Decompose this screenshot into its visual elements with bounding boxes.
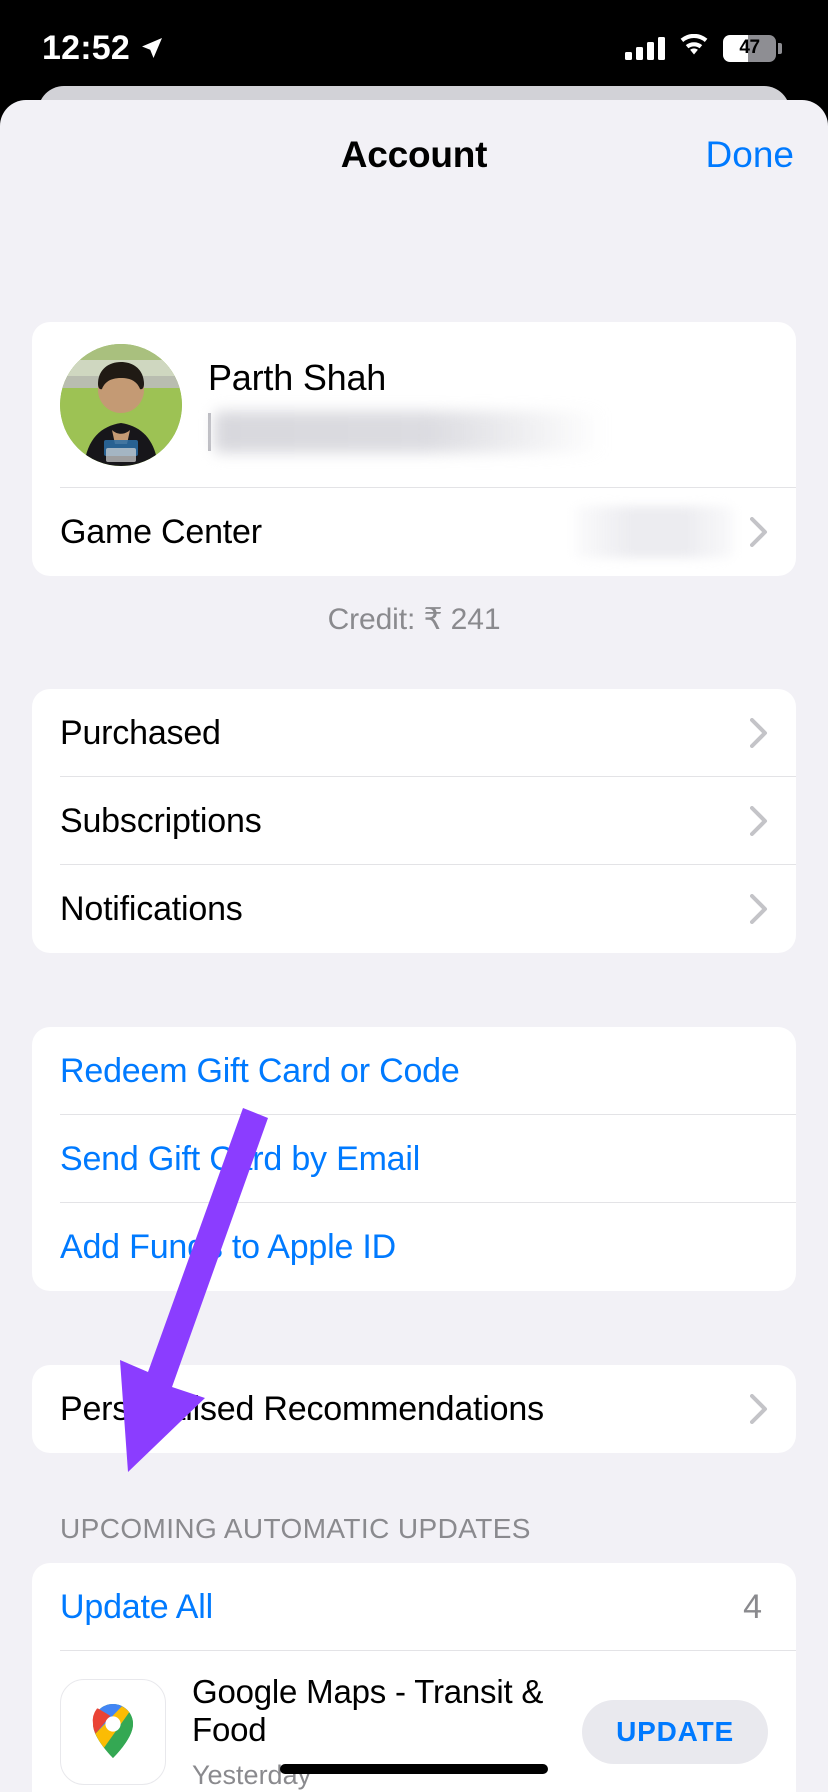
menu-item-notifications[interactable]: Notifications bbox=[32, 865, 796, 953]
menu-item-subscriptions[interactable]: Subscriptions bbox=[32, 777, 796, 865]
menu-item-label: Purchased bbox=[60, 713, 221, 752]
link-redeem-gift-card[interactable]: Redeem Gift Card or Code bbox=[32, 1027, 796, 1115]
link-send-gift-card[interactable]: Send Gift Card by Email bbox=[32, 1115, 796, 1203]
profile-row[interactable]: Parth Shah bbox=[32, 322, 796, 488]
status-bar-left: 12:52 bbox=[42, 29, 164, 68]
page-title: Account bbox=[340, 134, 488, 175]
menu-item-purchased[interactable]: Purchased bbox=[32, 689, 796, 777]
home-indicator bbox=[280, 1764, 548, 1774]
chevron-right-icon bbox=[750, 517, 768, 547]
battery-percent-label: 47 bbox=[739, 37, 760, 58]
menu-item-label: Subscriptions bbox=[60, 801, 262, 840]
location-arrow-icon bbox=[140, 36, 164, 60]
profile-text: Parth Shah bbox=[208, 357, 768, 453]
battery-cap bbox=[778, 42, 782, 54]
profile-name: Parth Shah bbox=[208, 357, 387, 398]
wifi-icon bbox=[679, 33, 709, 62]
email-caret bbox=[208, 413, 211, 451]
profile-group: Parth Shah Game Center bbox=[32, 322, 796, 576]
gift-links-group: Redeem Gift Card or Code Send Gift Card … bbox=[32, 1027, 796, 1291]
chevron-right-icon bbox=[750, 894, 768, 924]
menu-item-label: Notifications bbox=[60, 889, 243, 928]
menu-item-personalised-recommendations[interactable]: Personalised Recommendations bbox=[32, 1365, 796, 1453]
link-label: Send Gift Card by Email bbox=[60, 1139, 421, 1178]
update-count-badge: 4 bbox=[743, 1587, 762, 1626]
chevron-right-icon bbox=[750, 1394, 768, 1424]
update-button[interactable]: UPDATE bbox=[582, 1699, 768, 1764]
link-label: Add Funds to Apple ID bbox=[60, 1227, 397, 1266]
cellular-signal-icon bbox=[625, 36, 665, 60]
upcoming-updates-group: Update All 4 Google Maps - Transit & Foo… bbox=[32, 1563, 796, 1792]
app-name: Google Maps - Transit & Food bbox=[192, 1673, 544, 1749]
status-bar: 12:52 47 bbox=[0, 0, 828, 96]
update-all-row[interactable]: Update All 4 bbox=[32, 1563, 796, 1651]
credit-balance-label: Credit: ₹ 241 bbox=[327, 603, 501, 636]
chevron-right-icon bbox=[750, 806, 768, 836]
game-center-value-redacted bbox=[574, 506, 734, 558]
link-add-funds[interactable]: Add Funds to Apple ID bbox=[32, 1203, 796, 1291]
status-bar-clock: 12:52 bbox=[42, 28, 130, 67]
iphone-screen: 12:52 47 Account Done Parth Shah Game Ce… bbox=[0, 0, 828, 1792]
profile-email-redacted bbox=[208, 411, 608, 453]
game-center-label: Game Center bbox=[60, 512, 262, 551]
chevron-right-icon bbox=[750, 718, 768, 748]
google-maps-icon bbox=[60, 1678, 166, 1785]
section-header-upcoming-updates: UPCOMING AUTOMATIC UPDATES bbox=[60, 1513, 531, 1544]
menu-item-label: Personalised Recommendations bbox=[60, 1389, 544, 1428]
separator bbox=[60, 1650, 796, 1651]
game-center-row[interactable]: Game Center bbox=[32, 488, 796, 576]
recommendations-group: Personalised Recommendations bbox=[32, 1365, 796, 1453]
status-bar-right: 47 bbox=[625, 33, 782, 62]
account-menu-group: Purchased Subscriptions Notifications bbox=[32, 689, 796, 953]
battery-body: 47 bbox=[723, 34, 776, 62]
account-sheet: Account Done Parth Shah Game Center Cred… bbox=[0, 100, 828, 1792]
avatar[interactable] bbox=[60, 344, 182, 466]
email-blur-overlay bbox=[214, 411, 604, 453]
navigation-bar: Account Done bbox=[0, 100, 828, 210]
battery-indicator: 47 bbox=[723, 34, 782, 62]
update-all-label: Update All bbox=[60, 1587, 213, 1626]
done-button[interactable]: Done bbox=[706, 134, 794, 176]
link-label: Redeem Gift Card or Code bbox=[60, 1051, 460, 1090]
